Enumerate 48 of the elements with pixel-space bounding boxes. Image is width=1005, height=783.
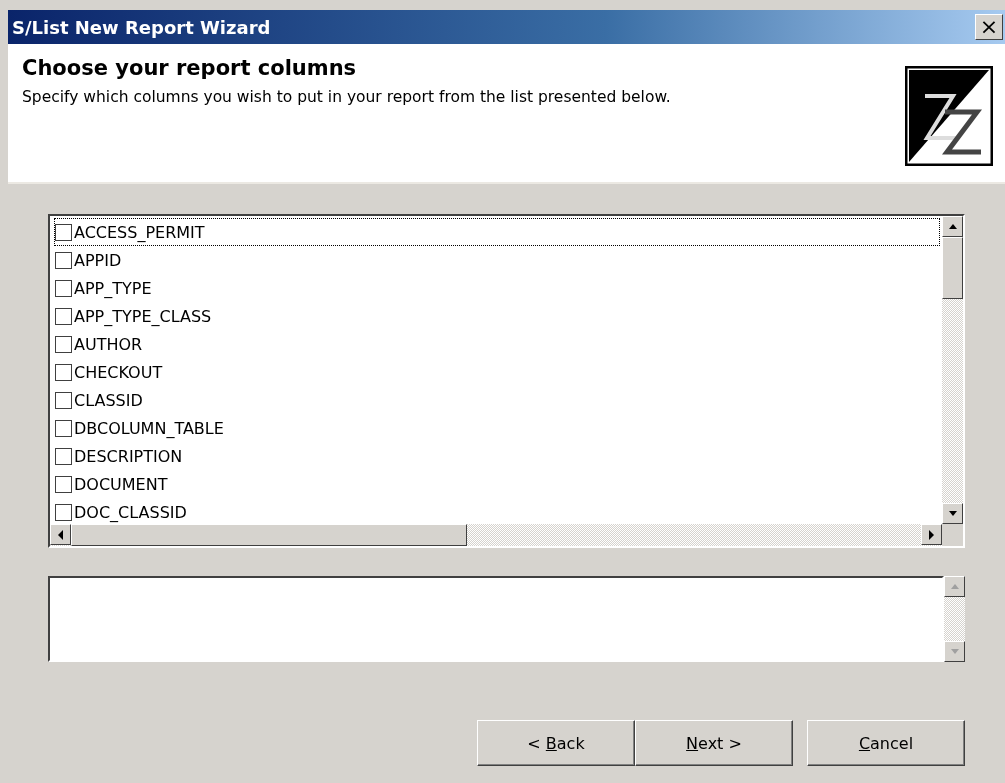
column-label: CHECKOUT bbox=[74, 362, 163, 382]
checkbox[interactable] bbox=[55, 391, 72, 409]
column-label: CLASSID bbox=[74, 390, 143, 410]
vertical-scrollbar[interactable] bbox=[942, 216, 963, 524]
checkbox[interactable] bbox=[55, 419, 72, 437]
column-label: AUTHOR bbox=[74, 334, 143, 354]
window-title: S/List New Report Wizard bbox=[12, 16, 271, 38]
list-item[interactable]: DESCRIPTION bbox=[54, 442, 940, 470]
list-item[interactable]: DBCOLUMN_TABLE bbox=[54, 414, 940, 442]
list-item[interactable]: AUTHOR bbox=[54, 330, 940, 358]
horizontal-scrollbar[interactable] bbox=[50, 524, 942, 546]
list-item[interactable]: DOC_CLASSID bbox=[54, 498, 940, 524]
checkbox[interactable] bbox=[55, 307, 72, 325]
list-item[interactable]: DOCUMENT bbox=[54, 470, 940, 498]
scrollbar-corner bbox=[942, 524, 963, 546]
list-item[interactable]: APPID bbox=[54, 246, 940, 274]
checkbox[interactable] bbox=[55, 475, 72, 493]
page-description: Specify which columns you wish to put in your report from the list presented below. bbox=[22, 88, 671, 106]
checkbox[interactable] bbox=[55, 251, 72, 269]
description-box[interactable] bbox=[48, 576, 944, 662]
page-heading: Choose your report columns bbox=[22, 56, 358, 80]
cancel-button[interactable]: Cancel bbox=[807, 720, 965, 766]
column-label: DOC_CLASSID bbox=[74, 502, 187, 522]
logo-icon bbox=[905, 66, 993, 166]
next-button[interactable]: Next > bbox=[635, 720, 793, 766]
column-label: APP_TYPE bbox=[74, 278, 152, 298]
checkbox[interactable] bbox=[55, 503, 72, 521]
checkbox[interactable] bbox=[55, 363, 72, 381]
column-label: ACCESS_PERMIT bbox=[74, 222, 205, 242]
checkbox[interactable] bbox=[55, 447, 72, 465]
close-button[interactable]: × bbox=[975, 14, 1003, 40]
list-item[interactable]: ACCESS_PERMIT bbox=[54, 218, 940, 246]
arrow-right-icon bbox=[926, 529, 937, 540]
list-item[interactable]: APP_TYPE_CLASS bbox=[54, 302, 940, 330]
checkbox[interactable] bbox=[55, 279, 72, 297]
list-item[interactable]: APP_TYPE bbox=[54, 274, 940, 302]
list-item[interactable]: CHECKOUT bbox=[54, 358, 940, 386]
scroll-thumb[interactable] bbox=[942, 237, 963, 299]
back-button[interactable]: < Back bbox=[477, 720, 635, 766]
column-label: APP_TYPE_CLASS bbox=[74, 306, 212, 326]
column-label: DESCRIPTION bbox=[74, 446, 183, 466]
scroll-thumb[interactable] bbox=[71, 524, 467, 546]
checkbox[interactable] bbox=[55, 335, 72, 353]
column-label: DBCOLUMN_TABLE bbox=[74, 418, 224, 438]
column-label: DOCUMENT bbox=[74, 474, 168, 494]
checkbox[interactable] bbox=[55, 223, 72, 241]
list-item[interactable]: CLASSID bbox=[54, 386, 940, 414]
column-label: APPID bbox=[74, 250, 122, 270]
